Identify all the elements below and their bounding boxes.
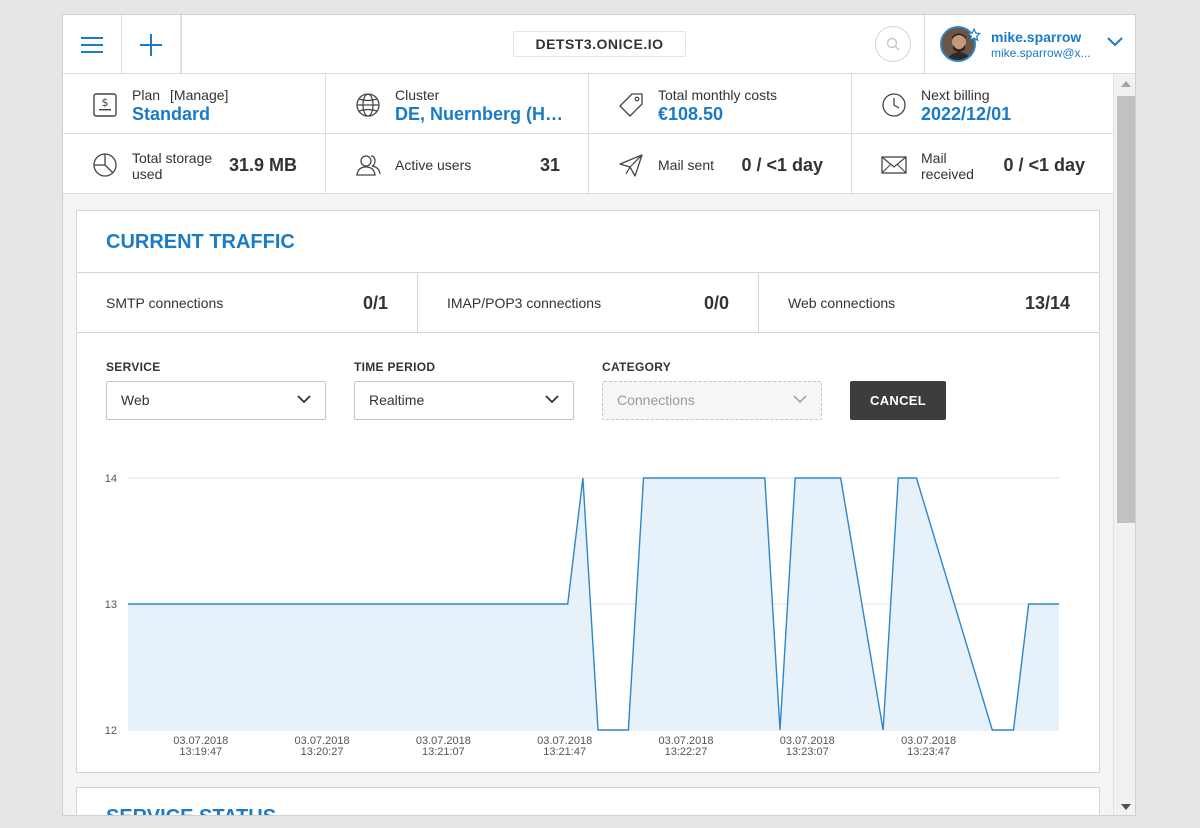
plan-label: Plan — [132, 87, 161, 103]
connection-label: IMAP/POP3 connections — [447, 295, 602, 311]
users-icon — [356, 155, 381, 176]
menu-button[interactable] — [63, 15, 122, 74]
search-icon — [886, 37, 900, 51]
y-tick-label: 12 — [105, 725, 117, 737]
x-tick-label-time: 13:19:47 — [179, 746, 222, 758]
connection-value: 13/14 — [1024, 293, 1070, 313]
svg-text:$: $ — [102, 96, 109, 109]
x-tick-label-time: 13:22:27 — [665, 746, 708, 758]
usage-summary-row: Total storage used 31.9 MB Active users … — [63, 134, 1113, 194]
chevron-down-icon[interactable] — [1107, 37, 1123, 47]
mail-sent-cell: Mail sent 0 / <1 day — [589, 134, 852, 193]
globe-icon — [356, 93, 380, 117]
service-status-panel: SERVICE STATUS — [76, 787, 1100, 815]
user-name: mike.sparrow — [991, 29, 1082, 45]
storage-label-line1: Total storage — [132, 150, 213, 166]
web-connections: Web connections 13/14 — [759, 273, 1099, 332]
clock-icon — [882, 93, 906, 117]
users-value: 31 — [539, 155, 560, 175]
mail-sent-label: Mail sent — [658, 157, 715, 173]
invoice-dollar-icon: $ — [93, 93, 117, 117]
x-tick-label-time: 13:21:07 — [422, 746, 465, 758]
service-filter-label: SERVICE — [106, 360, 161, 374]
service-select[interactable]: Web — [106, 381, 326, 420]
costs-label: Total monthly costs — [658, 87, 778, 103]
cancel-button[interactable]: CANCEL — [850, 381, 946, 420]
cluster-cell: Cluster DE, Nuernberg (He... — [326, 74, 589, 133]
y-tick-label: 14 — [105, 473, 117, 485]
billing-label: Next billing — [921, 87, 990, 103]
plus-icon — [140, 33, 162, 56]
x-tick-label-time: 13:23:07 — [786, 746, 829, 758]
billing-value: 2022/12/01 — [921, 104, 1012, 124]
traffic-chart: 12131403.07.201813:19:4703.07.201813:20:… — [105, 473, 1059, 758]
cluster-value: DE, Nuernberg (He... — [395, 104, 570, 124]
manage-link[interactable]: [Manage] — [170, 87, 228, 103]
search-button[interactable] — [875, 26, 911, 62]
header-divider — [181, 15, 182, 74]
chevron-down-icon — [793, 395, 807, 404]
connection-value: 0/0 — [703, 293, 729, 313]
storage-cell: Total storage used 31.9 MB — [63, 134, 326, 193]
users-cell: Active users 31 — [326, 134, 589, 193]
scroll-up-arrow-icon[interactable] — [1121, 81, 1131, 87]
mail-received-label-line2: received — [921, 166, 974, 182]
chevron-down-icon — [545, 395, 559, 404]
user-email: mike.sparrow@x... — [991, 46, 1091, 60]
storage-value: 31.9 MB — [228, 155, 297, 175]
top-bar: DETST3.ONICE.IO mike.sparrow mike.sparro… — [63, 15, 1135, 74]
category-select[interactable]: Connections — [602, 381, 822, 420]
scroll-thumb[interactable] — [1117, 96, 1135, 523]
service-select-value: Web — [121, 392, 150, 408]
price-tag-icon — [619, 93, 643, 117]
user-menu[interactable]: mike.sparrow mike.sparrow@x... — [924, 15, 1135, 74]
period-select-value: Realtime — [369, 392, 425, 408]
mail-received-cell: Mail received 0 / <1 day — [852, 134, 1113, 193]
envelope-icon — [881, 156, 907, 174]
connection-value: 0/1 — [362, 293, 388, 313]
pie-chart-icon — [93, 153, 117, 177]
period-select[interactable]: Realtime — [354, 381, 574, 420]
costs-cell: Total monthly costs €108.50 — [589, 74, 852, 133]
mail-received-label-line1: Mail — [921, 150, 947, 166]
connections-row: SMTP connections 0/1 IMAP/POP3 connectio… — [77, 272, 1099, 333]
vertical-scrollbar[interactable] — [1113, 74, 1135, 815]
current-traffic-panel: CURRENT TRAFFIC SMTP connections 0/1 IMA… — [76, 210, 1100, 773]
category-filter-label: CATEGORY — [602, 360, 672, 374]
imap-pop3-connections: IMAP/POP3 connections 0/0 — [418, 273, 759, 332]
period-filter-label: TIME PERIOD — [354, 360, 436, 374]
billing-cell: Next billing 2022/12/01 — [852, 74, 1113, 133]
scroll-down-arrow-icon[interactable] — [1121, 804, 1131, 810]
smtp-connections: SMTP connections 0/1 — [77, 273, 418, 332]
category-select-value: Connections — [617, 392, 695, 408]
domain-label[interactable]: DETST3.ONICE.IO — [513, 31, 686, 57]
x-tick-label-time: 13:21:47 — [543, 746, 586, 758]
mail-received-value: 0 / <1 day — [1003, 155, 1085, 175]
panel-title: SERVICE STATUS — [106, 806, 276, 815]
plan-cell: $ Plan [Manage] Standard — [63, 74, 326, 133]
costs-value: €108.50 — [658, 104, 724, 124]
connection-label: SMTP connections — [106, 295, 224, 311]
x-tick-label-time: 13:23:47 — [907, 746, 950, 758]
chevron-down-icon — [297, 395, 311, 404]
mail-sent-value: 0 / <1 day — [741, 155, 823, 175]
add-button[interactable] — [122, 15, 181, 74]
storage-label-line2: used — [132, 166, 163, 182]
paper-plane-icon — [619, 154, 643, 177]
hamburger-icon — [81, 36, 103, 53]
app-window: DETST3.ONICE.IO mike.sparrow mike.sparro… — [62, 14, 1136, 816]
account-summary-row: $ Plan [Manage] Standard Cluster DE, Nuer… — [63, 74, 1113, 134]
plan-value: Standard — [132, 104, 211, 124]
panel-title: CURRENT TRAFFIC — [106, 231, 295, 253]
connection-label: Web connections — [788, 295, 896, 311]
favorite-star-icon[interactable] — [967, 28, 981, 42]
users-label: Active users — [395, 157, 472, 173]
cluster-label: Cluster — [395, 87, 440, 103]
x-tick-label-time: 13:20:27 — [301, 746, 344, 758]
y-tick-label: 13 — [105, 599, 117, 611]
